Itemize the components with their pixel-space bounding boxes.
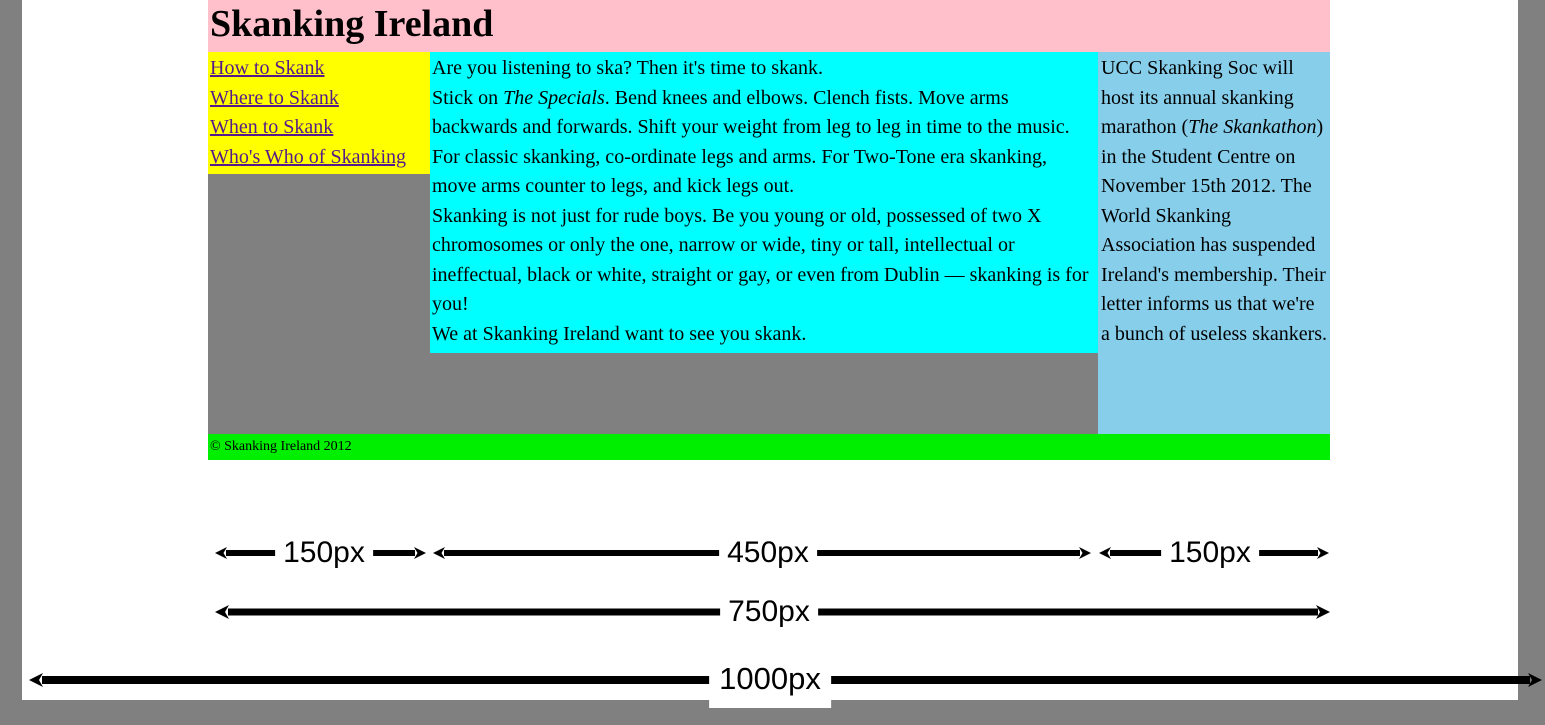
nav-link-where-to-skank[interactable]: Where to Skank	[210, 84, 430, 114]
site-footer: © Skanking Ireland 2012	[208, 434, 1330, 460]
nav-link-when-to-skank[interactable]: When to Skank	[210, 113, 430, 143]
main-paragraph-4: We at Skanking Ireland want to see you s…	[432, 322, 807, 345]
main-paragraph-2-emphasis: The Specials	[503, 86, 605, 109]
aside-text-post: ) in the Student Centre on November 15th…	[1101, 116, 1328, 345]
measure-label-nav-width: 150px	[275, 536, 373, 570]
aside-paragraph: UCC Skanking Soc will host its annual sk…	[1101, 54, 1328, 349]
main-paragraph-2-pre: Stick on	[432, 86, 504, 109]
site-nav: How to Skank Where to Skank When to Skan…	[208, 52, 430, 174]
measurement-labels: 150px 450px 150px 750px 1000px	[0, 500, 1545, 725]
site-aside: UCC Skanking Soc will host its annual sk…	[1098, 52, 1330, 434]
site-main-content: Are you listening to ska? Then it's time…	[430, 52, 1098, 434]
main-paragraph-3: Skanking is not just for rude boys. Be y…	[432, 204, 1089, 316]
site-header: Skanking Ireland	[208, 0, 1330, 52]
mock-website: Skanking Ireland How to Skank Where to S…	[208, 0, 1330, 460]
site-body: How to Skank Where to Skank When to Skan…	[208, 52, 1330, 434]
main-paragraph-1: Are you listening to ska? Then it's time…	[432, 57, 823, 79]
main-inner: Are you listening to ska? Then it's time…	[430, 52, 1098, 353]
main-paragraph-2: Stick on The Specials. Bend knees and el…	[432, 84, 1096, 202]
measure-label-main-width: 450px	[719, 536, 817, 570]
nav-inner: How to Skank Where to Skank When to Skan…	[208, 52, 430, 174]
measure-label-total-width: 1000px	[709, 656, 831, 708]
footer-copyright: © Skanking Ireland 2012	[210, 439, 352, 454]
measure-label-aside-width: 150px	[1161, 536, 1259, 570]
nav-link-whos-who-of-skanking[interactable]: Who's Who of Skanking	[210, 143, 430, 173]
aside-text-emphasis: The Skankathon	[1188, 116, 1317, 138]
page-title: Skanking Ireland	[210, 3, 494, 45]
measure-label-content-width: 750px	[720, 595, 818, 629]
nav-link-how-to-skank[interactable]: How to Skank	[210, 54, 430, 84]
aside-inner: UCC Skanking Soc will host its annual sk…	[1098, 52, 1330, 434]
